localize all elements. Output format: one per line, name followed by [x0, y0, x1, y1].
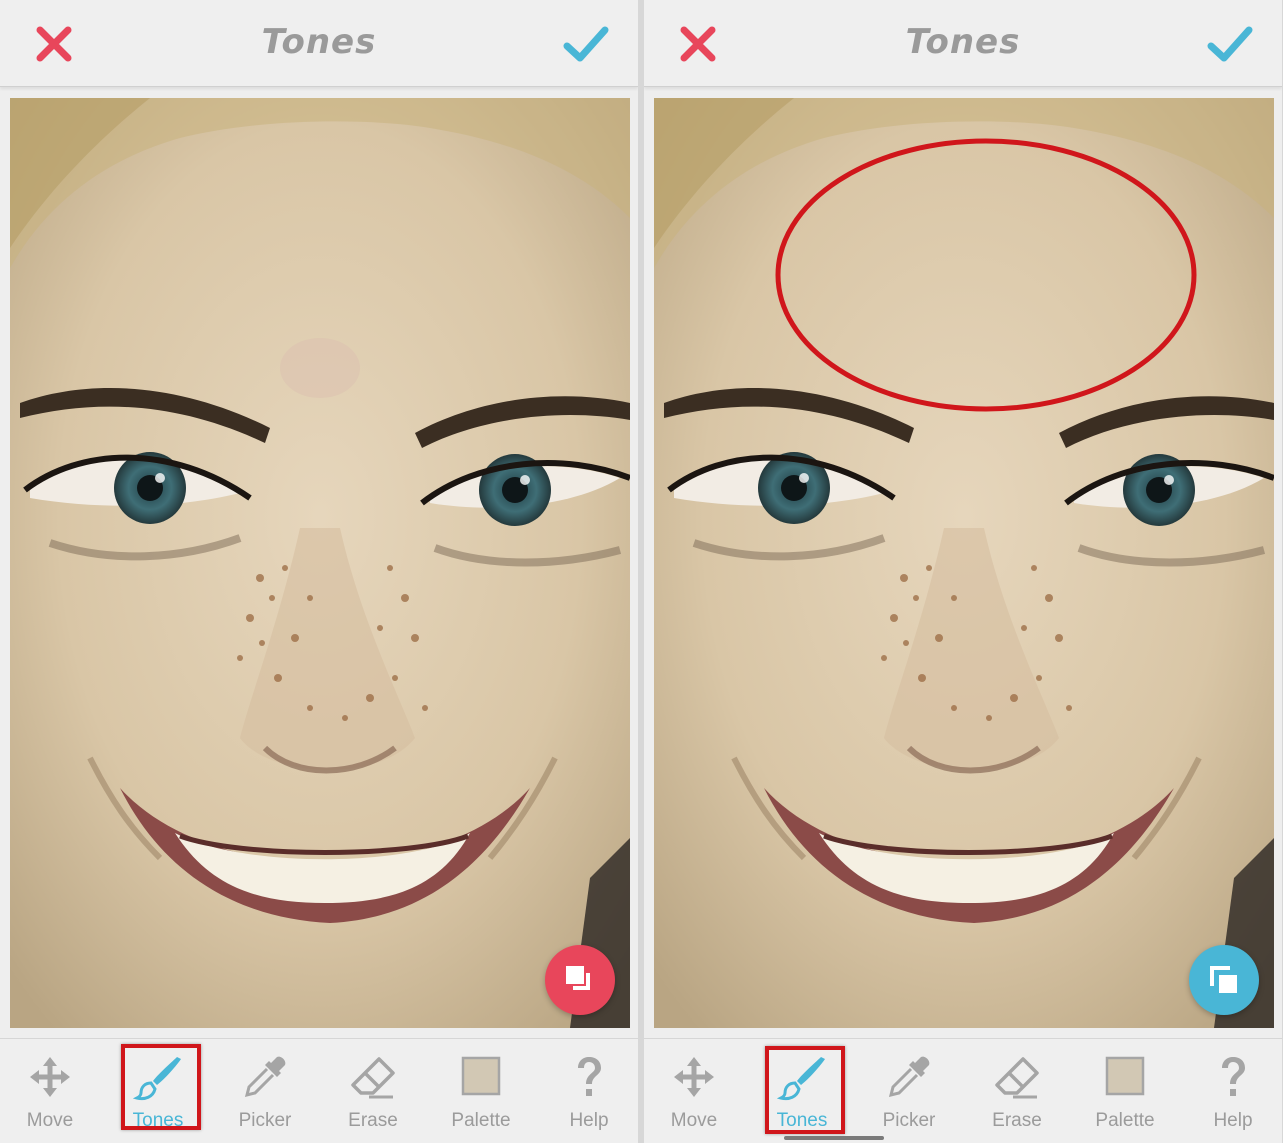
- photo-canvas[interactable]: [10, 98, 630, 1028]
- tool-move[interactable]: Move: [644, 1047, 744, 1137]
- tool-palette-label: Palette: [1095, 1110, 1155, 1131]
- tool-erase[interactable]: Erase: [967, 1047, 1067, 1137]
- checkmark-icon: [1207, 26, 1253, 62]
- checkmark-icon: [563, 26, 609, 62]
- confirm-button[interactable]: [562, 22, 610, 66]
- photo-canvas[interactable]: [654, 98, 1274, 1028]
- face-photo: [10, 98, 630, 1028]
- top-bar: Tones: [0, 0, 638, 87]
- tool-move-label: Move: [670, 1110, 718, 1131]
- confirm-button[interactable]: [1206, 22, 1254, 66]
- eraser-icon: [351, 1057, 395, 1099]
- tool-help[interactable]: Help: [539, 1047, 638, 1137]
- right-screen: Tones Move Tones Picker Erase Palette He…: [644, 0, 1282, 1143]
- eyedropper-icon: [888, 1056, 930, 1098]
- compare-layers-icon: [1210, 966, 1237, 993]
- screen-title: Tones: [905, 22, 1021, 62]
- tool-help-label: Help: [1213, 1110, 1253, 1131]
- bottom-toolbar: Move Tones Picker Erase Palette Help: [0, 1038, 638, 1143]
- eyedropper-icon: [244, 1056, 286, 1098]
- question-icon: [1222, 1057, 1245, 1096]
- compare-layers-icon: [566, 966, 590, 990]
- move-arrows-icon: [30, 1057, 70, 1097]
- tool-palette[interactable]: Palette: [1075, 1047, 1175, 1137]
- tool-help-label: Help: [569, 1110, 609, 1131]
- palette-swatch-icon: [1105, 1056, 1145, 1096]
- tool-help[interactable]: Help: [1183, 1047, 1282, 1137]
- palette-swatch-icon: [461, 1056, 501, 1096]
- tool-picker[interactable]: Picker: [859, 1047, 959, 1137]
- scroll-indicator: [784, 1136, 884, 1140]
- face-photo: [654, 98, 1274, 1028]
- tool-palette[interactable]: Palette: [431, 1047, 531, 1137]
- active-tool-highlight: [765, 1046, 845, 1134]
- compare-button[interactable]: [1189, 945, 1259, 1015]
- move-arrows-icon: [674, 1057, 714, 1097]
- bottom-toolbar: Move Tones Picker Erase Palette Help: [644, 1038, 1282, 1143]
- active-tool-highlight: [121, 1044, 201, 1130]
- tool-picker-label: Picker: [238, 1110, 292, 1131]
- tool-erase-label: Erase: [992, 1110, 1042, 1131]
- question-icon: [578, 1057, 601, 1096]
- tool-picker[interactable]: Picker: [215, 1047, 315, 1137]
- tool-erase[interactable]: Erase: [323, 1047, 423, 1137]
- compare-button[interactable]: [545, 945, 615, 1015]
- tool-erase-label: Erase: [348, 1110, 398, 1131]
- left-screen: Tones Move Tones Picker Erase Palette He…: [0, 0, 638, 1143]
- eraser-icon: [995, 1057, 1039, 1099]
- tool-picker-label: Picker: [882, 1110, 936, 1131]
- tool-move[interactable]: Move: [0, 1047, 100, 1137]
- screen-title: Tones: [261, 22, 377, 62]
- tool-move-label: Move: [26, 1110, 74, 1131]
- top-bar: Tones: [644, 0, 1282, 87]
- tool-palette-label: Palette: [451, 1110, 511, 1131]
